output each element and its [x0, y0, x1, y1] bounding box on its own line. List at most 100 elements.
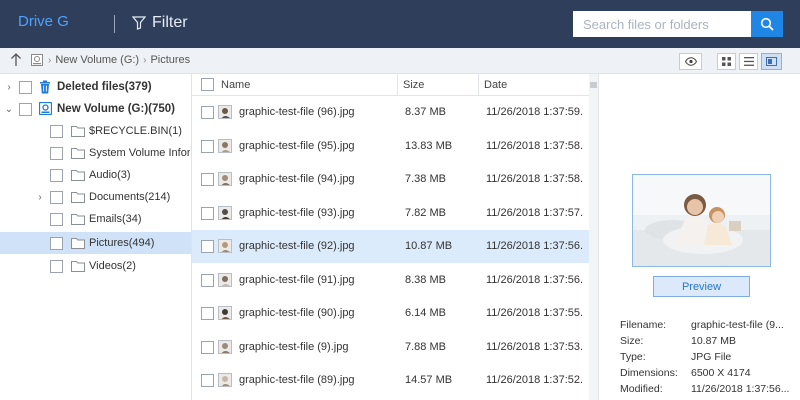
tree-item-deleted-files[interactable]: › Deleted files(379): [0, 76, 191, 98]
image-thumbnail-icon: [218, 373, 232, 387]
file-list-header: Name Size Date: [192, 74, 589, 96]
tree-checkbox[interactable]: [50, 212, 63, 226]
file-name: graphic-test-file (89).jpg: [239, 374, 355, 386]
breadcrumb-item-volume[interactable]: New Volume (G:): [55, 54, 139, 66]
breadcrumb-bar: › New Volume (G:) › Pictures: [0, 48, 800, 74]
tree-item-label: Documents(214): [89, 191, 171, 203]
column-divider[interactable]: [397, 74, 398, 96]
tree-checkbox[interactable]: [50, 124, 63, 138]
tree-item-label: Audio(3): [89, 169, 131, 181]
file-size: 7.82 MB: [405, 206, 446, 219]
list-view-button[interactable]: [739, 53, 758, 70]
column-header-size[interactable]: Size: [403, 79, 424, 91]
meta-value: graphic-test-file (9...: [691, 319, 784, 331]
select-all-checkbox[interactable]: [201, 78, 214, 91]
tree-item-system-volume[interactable]: System Volume Informati: [0, 142, 191, 164]
column-header-date[interactable]: Date: [484, 79, 507, 91]
meta-value: JPG File: [691, 351, 732, 363]
header-divider: [114, 15, 115, 33]
tree-item-videos[interactable]: Videos(2): [0, 255, 191, 277]
file-date: 11/26/2018 1:37:58.: [486, 139, 584, 152]
search-input[interactable]: [573, 11, 751, 37]
table-row[interactable]: graphic-test-file (94).jpg 7.38 MB 11/26/2…: [192, 163, 589, 196]
file-name: graphic-test-file (93).jpg: [239, 206, 355, 219]
row-checkbox[interactable]: [201, 106, 214, 119]
tree-item-label: Deleted files(379): [57, 81, 152, 93]
file-size: 13.83 MB: [405, 139, 453, 152]
row-checkbox[interactable]: [201, 240, 214, 253]
table-row[interactable]: graphic-test-file (92).jpg 10.87 MB 11/26/…: [192, 230, 589, 263]
table-row[interactable]: graphic-test-file (9).jpg 7.88 MB 11/26/20…: [192, 331, 589, 364]
column-header-name[interactable]: Name: [221, 79, 250, 91]
file-size: 7.38 MB: [405, 173, 446, 185]
image-thumbnail-icon: [218, 339, 232, 354]
table-row[interactable]: graphic-test-file (91).jpg 8.38 MB 11/26/2…: [192, 264, 589, 297]
table-row[interactable]: graphic-test-file (93).jpg 7.82 MB 11/26/2…: [192, 197, 589, 230]
tree-checkbox[interactable]: [50, 168, 63, 182]
folder-icon: [71, 260, 85, 275]
up-arrow-icon[interactable]: [10, 53, 22, 72]
folder-icon: [71, 125, 85, 140]
file-name: graphic-test-file (91).jpg: [239, 273, 355, 286]
tree-checkbox[interactable]: [50, 146, 63, 160]
tree-item-label: New Volume (G:)(750): [57, 103, 175, 115]
tree-item-audio[interactable]: Audio(3): [0, 164, 191, 186]
tree-item-label: Videos(2): [89, 260, 136, 272]
tree-item-label: $RECYCLE.BIN(1): [89, 125, 182, 137]
vertical-scrollbar[interactable]: [589, 74, 598, 400]
eye-icon: [684, 57, 697, 66]
folder-icon: [71, 147, 85, 162]
row-checkbox[interactable]: [201, 340, 214, 354]
folder-icon: [71, 169, 85, 184]
scrollbar-thumb[interactable]: [590, 82, 597, 88]
meta-key: Type:: [620, 351, 646, 363]
table-row[interactable]: graphic-test-file (96).jpg 8.37 MB 11/26/2…: [192, 96, 589, 129]
top-header: Drive G Filter: [0, 0, 800, 48]
tree-item-recycle-bin[interactable]: $RECYCLE.BIN(1): [0, 120, 191, 142]
chevron-down-icon[interactable]: ⌄: [4, 104, 14, 115]
row-checkbox[interactable]: [201, 173, 214, 186]
file-size: 6.14 MB: [405, 307, 446, 319]
meta-key: Dimensions:: [620, 367, 678, 379]
file-date: 11/26/2018 1:37:55.: [486, 307, 584, 319]
row-checkbox[interactable]: [201, 206, 214, 220]
grid-view-button[interactable]: [717, 53, 736, 70]
tree-item-new-volume[interactable]: ⌄ New Volume (G:)(750): [0, 98, 191, 120]
folder-icon: [71, 191, 85, 206]
file-name: graphic-test-file (96).jpg: [239, 106, 355, 118]
file-name: graphic-test-file (94).jpg: [239, 173, 355, 185]
row-checkbox[interactable]: [201, 307, 214, 320]
tree-item-emails[interactable]: Emails(34): [0, 208, 191, 230]
drive-title[interactable]: Drive G: [18, 13, 69, 30]
folder-tree: › Deleted files(379) ⌄ New Volume (G:)(7…: [0, 74, 192, 400]
tree-checkbox[interactable]: [50, 190, 63, 204]
table-row[interactable]: graphic-test-file (95).jpg 13.83 MB 11/26/…: [192, 130, 589, 163]
row-checkbox[interactable]: [201, 374, 214, 387]
tree-checkbox[interactable]: [50, 236, 63, 250]
tree-checkbox[interactable]: [19, 102, 32, 116]
file-date: 11/26/2018 1:37:52.: [486, 374, 584, 386]
file-size: 10.87 MB: [405, 240, 453, 252]
breadcrumb-item-pictures[interactable]: Pictures: [150, 54, 190, 66]
chevron-right-icon[interactable]: ›: [4, 82, 14, 93]
tree-item-documents[interactable]: › Documents(214): [0, 186, 191, 208]
tree-checkbox[interactable]: [19, 80, 32, 94]
search-button[interactable]: [751, 11, 783, 37]
tree-checkbox[interactable]: [50, 259, 63, 273]
row-checkbox[interactable]: [201, 139, 214, 153]
column-divider[interactable]: [478, 74, 479, 96]
preview-toggle-button[interactable]: [679, 53, 702, 70]
preview-button[interactable]: Preview: [653, 276, 750, 297]
detail-view-button[interactable]: [761, 53, 782, 70]
filter-button[interactable]: Filter: [132, 14, 188, 32]
filter-icon: [132, 16, 146, 30]
file-name: graphic-test-file (95).jpg: [239, 139, 355, 152]
image-thumbnail-icon: [218, 105, 232, 119]
table-row[interactable]: graphic-test-file (89).jpg 14.57 MB 11/26/…: [192, 364, 589, 397]
file-size: 8.37 MB: [405, 106, 446, 118]
table-row[interactable]: graphic-test-file (90).jpg 6.14 MB 11/26/2…: [192, 297, 589, 330]
file-size: 7.88 MB: [405, 340, 446, 353]
tree-item-pictures[interactable]: Pictures(494): [0, 232, 191, 254]
chevron-right-icon[interactable]: ›: [35, 192, 45, 203]
row-checkbox[interactable]: [201, 273, 214, 287]
